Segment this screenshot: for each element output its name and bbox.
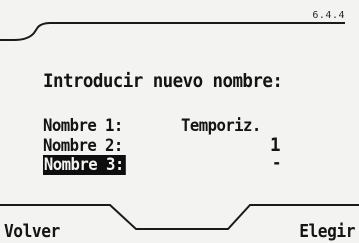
lcd-screen: 6.4.4 Introducir nuevo nombre: Nombre 1:… bbox=[0, 0, 359, 243]
softkey-volver[interactable]: Volver bbox=[4, 221, 60, 242]
header-divider bbox=[0, 22, 345, 41]
menu-reference-number: 6.4.4 bbox=[312, 10, 345, 21]
row-value-nombre-1: Temporiz. bbox=[181, 116, 261, 136]
row-label-nombre-3-selected[interactable]: Nombre 3: bbox=[43, 155, 126, 175]
row-value-nombre-3: - bbox=[272, 153, 281, 173]
prompt-title: Introducir nuevo nombre: bbox=[43, 70, 283, 92]
row-label-nombre-1[interactable]: Nombre 1: bbox=[43, 116, 123, 136]
row-label-nombre-2[interactable]: Nombre 2: bbox=[43, 136, 123, 156]
softkey-elegir[interactable]: Elegir bbox=[299, 221, 355, 242]
